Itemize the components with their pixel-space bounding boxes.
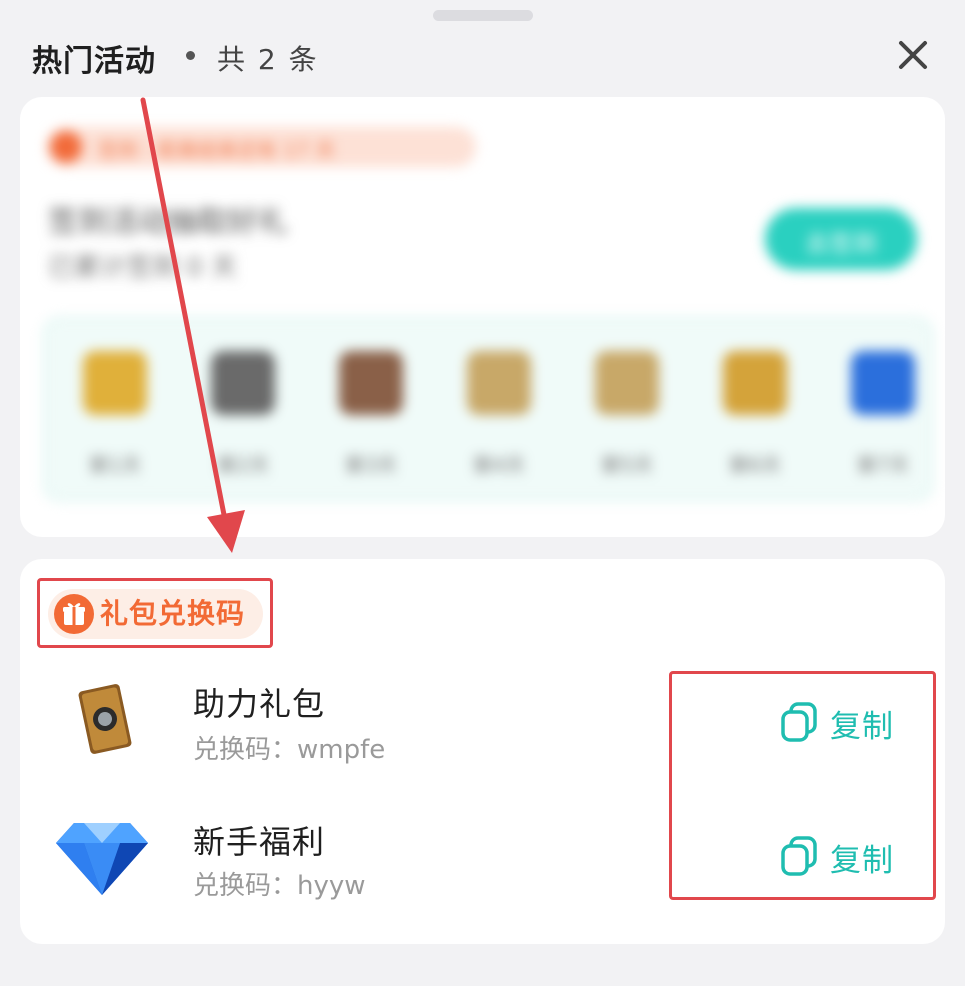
reward-strip: 第1天 第2天 第3天 第4天 第5天 第6天 第7天	[43, 317, 933, 501]
gift-item-name: 新手福利	[193, 823, 326, 861]
activity-card: 签到 · 距离结束还有 17 天 签到活动抽取好礼 已累计签到 0 天 去签到 …	[20, 97, 945, 537]
gift-item-code[interactable]: 兑换码：hyyw	[193, 865, 366, 902]
sheet-drag-handle[interactable]	[433, 10, 533, 21]
copy-buttons-highlight-box	[669, 671, 936, 900]
reward-label: 第3天	[344, 453, 398, 477]
title-separator-dot	[186, 51, 195, 60]
reward-label: 第4天	[472, 453, 526, 477]
gift-item-name: 助力礼包	[193, 685, 326, 723]
key-icon	[467, 351, 531, 415]
activity-title: 签到活动抽取好礼	[48, 205, 288, 240]
activity-status-badge: 签到 · 距离结束还有 17 天	[46, 127, 476, 167]
reward-day-2: 第2天	[183, 319, 303, 499]
activity-status-text: 签到 · 距离结束还有 17 天	[98, 138, 336, 162]
scroll-icon	[339, 351, 403, 415]
reward-label: 第6天	[728, 453, 782, 477]
reward-day-1: 第1天	[55, 319, 175, 499]
activity-subtitle: 已累计签到 0 天	[48, 253, 238, 283]
gold-bag-icon	[83, 351, 147, 415]
gift-item-code[interactable]: 兑换码：wmpfe	[193, 729, 385, 766]
reward-label: 第5天	[600, 453, 654, 477]
reward-label: 第2天	[216, 453, 270, 477]
close-icon[interactable]	[892, 34, 934, 76]
card-item-icon	[70, 683, 140, 755]
activity-count: 共 2 条	[217, 43, 319, 76]
sheet-title: 热门活动	[32, 44, 156, 79]
key-icon	[595, 351, 659, 415]
treasure-chest-icon	[723, 351, 787, 415]
bottom-sheet: 热门活动 共 2 条 签到 · 距离结束还有 17 天 签到活动抽取好礼 已累计…	[0, 0, 965, 986]
reward-day-3: 第3天	[311, 319, 431, 499]
reward-day-6: 第6天	[695, 319, 815, 499]
reward-label: 第7天	[856, 453, 910, 477]
diamond-icon	[851, 351, 915, 415]
activity-badge-icon	[50, 131, 82, 163]
diamond-icon	[54, 817, 150, 897]
activity-action-label: 去签到	[805, 230, 877, 258]
reward-day-4: 第4天	[439, 319, 559, 499]
metal-ingot-icon	[211, 351, 275, 415]
reward-label: 第1天	[88, 453, 142, 477]
activity-action-button[interactable]: 去签到	[765, 208, 917, 270]
reward-day-5: 第5天	[567, 319, 687, 499]
gift-tag-highlight-box	[37, 578, 273, 648]
reward-day-7: 第7天	[823, 319, 943, 499]
